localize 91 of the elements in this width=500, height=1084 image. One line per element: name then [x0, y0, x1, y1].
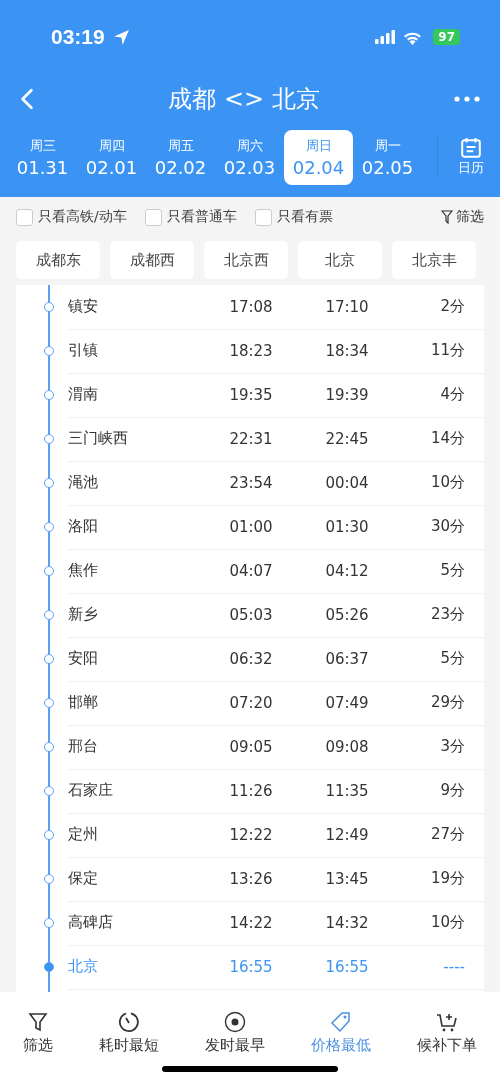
depart-time: 07:49: [324, 693, 370, 712]
depart-time: 11:35: [324, 781, 370, 800]
stay-time: 19分: [429, 869, 465, 888]
filter-label[interactable]: 只看高铁/动车: [38, 208, 127, 226]
stay-time: 29分: [429, 693, 465, 712]
depart-time: 06:37: [324, 649, 370, 668]
stay-time: 3分: [439, 737, 465, 756]
filter-label[interactable]: 只看普通车: [166, 208, 237, 226]
arrive-time: 16:55: [228, 957, 274, 976]
station-name: 镇安: [68, 297, 99, 316]
depart-time: 12:49: [324, 825, 370, 844]
station-name: 引镇: [68, 341, 99, 360]
depart-time: 00:04: [324, 473, 370, 492]
station-name: 焦作: [68, 561, 99, 580]
status-time: 03:19: [51, 25, 105, 49]
arrive-time: 09:05: [228, 737, 274, 756]
clock-icon: [223, 1009, 247, 1034]
station-chip[interactable]: 北京丰: [392, 241, 476, 279]
stay-time: 23分: [429, 605, 465, 624]
location-arrow-icon: [112, 28, 130, 46]
stay-time: 27分: [429, 825, 465, 844]
calendar-icon: [460, 137, 482, 159]
battery-level: 97: [433, 29, 460, 45]
depart-time: 17:10: [324, 297, 370, 316]
station-chip[interactable]: 成都西: [110, 241, 194, 279]
stay-time: 2分: [439, 297, 465, 316]
station-name: 三门峡西: [68, 429, 129, 448]
arrive-time: 14:22: [228, 913, 274, 932]
arrive-time: 06:32: [228, 649, 274, 668]
arrive-time: 05:03: [228, 605, 274, 624]
stay-time: 14分: [429, 429, 465, 448]
depart-time: 14:32: [324, 913, 370, 932]
arrive-time: 17:08: [228, 297, 274, 316]
route-title: 成都 <> 北京: [167, 84, 321, 115]
arrive-time: 13:26: [228, 869, 274, 888]
depart-time: 18:34: [324, 341, 370, 360]
arrive-time: 11:26: [228, 781, 274, 800]
depart-time: 16:55: [324, 957, 370, 976]
checkbox[interactable]: [144, 208, 162, 226]
stay-time: 10分: [429, 473, 465, 492]
arrive-time: 19:35: [228, 385, 274, 404]
filter-label[interactable]: 只看有票: [276, 208, 333, 226]
price-tag-icon: [329, 1009, 353, 1034]
stay-time: 11分: [429, 341, 465, 360]
station-chip[interactable]: 北京西: [204, 241, 288, 279]
checkbox[interactable]: [254, 208, 272, 226]
station-name: 保定: [68, 869, 99, 888]
station-name: 新乡: [68, 605, 99, 624]
stay-time: 4分: [439, 385, 465, 404]
station-chip[interactable]: 北京: [298, 241, 382, 279]
depart-time: 05:26: [324, 605, 370, 624]
depart-time: 19:39: [324, 385, 370, 404]
bottom-tab[interactable]: 筛选: [23, 1009, 53, 1055]
filter-link[interactable]: 筛选: [441, 208, 484, 226]
arrive-time: 12:22: [228, 825, 274, 844]
bottom-tab[interactable]: 发时最早: [205, 1009, 265, 1055]
station-name: 安阳: [68, 649, 99, 668]
stay-time: 10分: [429, 913, 465, 932]
depart-time: 13:45: [324, 869, 370, 888]
arrive-time: 01:00: [228, 517, 274, 536]
station-name: 石家庄: [68, 781, 114, 800]
depart-time: 22:45: [324, 429, 370, 448]
station-name: 高碑店: [68, 913, 114, 932]
depart-time: 09:08: [324, 737, 370, 756]
arrive-time: 04:07: [228, 561, 274, 580]
station-name: 洛阳: [68, 517, 99, 536]
signal-icon: [374, 30, 397, 44]
stay-time: 5分: [439, 649, 465, 668]
filter-icon: [441, 210, 453, 224]
bottom-tab[interactable]: 耗时最短: [99, 1009, 159, 1055]
stay-time: 30分: [429, 517, 465, 536]
station-name: 渭南: [68, 385, 99, 404]
station-chip[interactable]: 成都东: [16, 241, 100, 279]
stay-time: 9分: [439, 781, 465, 800]
arrive-time: 22:31: [228, 429, 274, 448]
stay-time: 5分: [439, 561, 465, 580]
station-name: 定州: [68, 825, 99, 844]
arrive-time: 07:20: [228, 693, 274, 712]
station-name: 邯郸: [68, 693, 99, 712]
station-name: 北京: [68, 957, 99, 976]
depart-time: 04:12: [324, 561, 370, 580]
arrive-time: 18:23: [228, 341, 274, 360]
checkbox[interactable]: [16, 208, 33, 226]
more-icon[interactable]: [454, 96, 480, 102]
station-name: 渑池: [68, 473, 99, 492]
back-icon[interactable]: [20, 88, 34, 110]
station-name: 邢台: [68, 737, 99, 756]
arrive-time: 23:54: [228, 473, 274, 492]
depart-time: 01:30: [324, 517, 370, 536]
bottom-tab[interactable]: 候补下单: [417, 1009, 477, 1055]
stay-time: ----: [442, 957, 465, 976]
